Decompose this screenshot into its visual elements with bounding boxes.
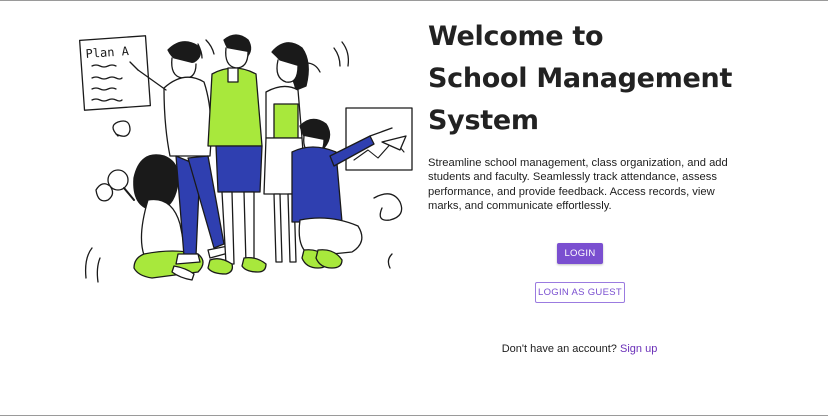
signup-link[interactable]: Sign up	[620, 343, 657, 355]
hero-description: Streamline school management, class orga…	[428, 157, 728, 213]
hero-illustration: Plan A	[78, 28, 424, 292]
plan-board-icon: Plan A	[78, 35, 152, 111]
title-line-1: Welcome to	[428, 21, 604, 52]
login-as-guest-button[interactable]: LOGIN AS GUEST	[535, 282, 625, 303]
welcome-title: Welcome to School Management System	[428, 16, 808, 142]
chart-board-icon	[345, 107, 413, 171]
title-line-3: System	[428, 105, 539, 136]
signup-row: Don't have an account? Sign up	[428, 343, 731, 355]
signup-prompt: Don't have an account?	[501, 343, 617, 355]
login-button[interactable]: LOGIN	[557, 243, 603, 264]
title-line-2: School Management	[428, 63, 733, 94]
